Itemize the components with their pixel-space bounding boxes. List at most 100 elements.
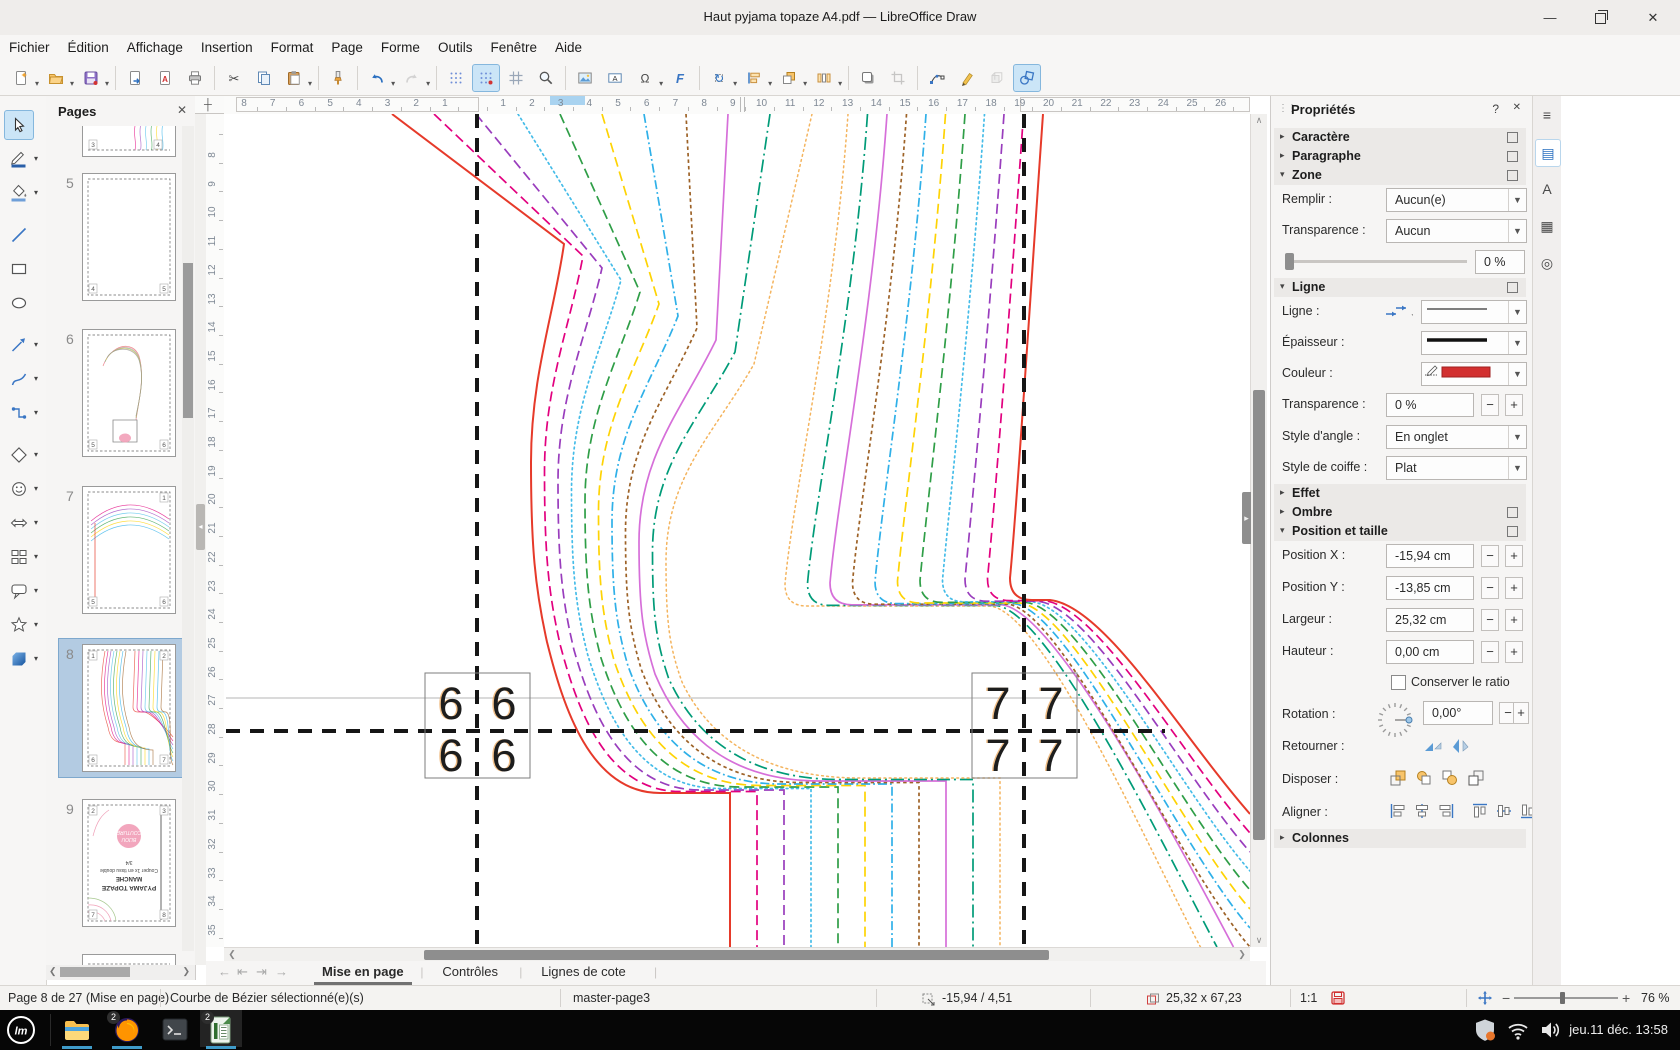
toolbar-snap-to-grid-button[interactable] [472,64,500,92]
toolbar-align-objects-dropdown-icon[interactable]: ▾ [768,79,772,88]
toolbar-transformations-dropdown-icon[interactable]: ▾ [733,79,737,88]
toolbar-display-grid-button[interactable] [442,64,470,92]
tool-fill-color-button[interactable] [4,178,34,208]
sidebar-position-x-decrease-button[interactable]: − [1481,545,1499,567]
tab-nav-previous-icon[interactable]: ⇤ [237,964,248,980]
toolbar-clone-formatting-button[interactable] [324,64,352,92]
tool-symbol-shapes-button[interactable] [4,474,34,504]
scroll-up-icon[interactable]: ∧ [1251,115,1267,126]
section-expanded-icon[interactable]: ▾ [1280,525,1285,536]
sidebar-tab-properties[interactable]: ▤ [1535,139,1561,167]
menu-aide[interactable]: Aide [546,35,591,61]
align-right-icon[interactable] [1437,802,1455,825]
dropdown-icon[interactable]: ▼ [1508,457,1526,479]
horizontal-ruler[interactable]: 8765432112345678910111213141516171819202… [224,96,1250,115]
align-left-icon[interactable] [1389,802,1407,825]
pages-scrollbar[interactable] [182,126,194,951]
toolbar-redo-dropdown-icon[interactable]: ▾ [426,79,430,88]
sidebar-width-decrease-button[interactable]: − [1481,609,1499,631]
shield-icon[interactable] [1474,1029,1496,1046]
sidebar-field-position-x[interactable]: -15,94 cm [1386,544,1474,568]
toolbar-paste-dropdown-icon[interactable]: ▾ [308,79,312,88]
toolbar-align-objects-button[interactable] [740,64,768,92]
rotation-dial[interactable] [1375,700,1415,745]
tool-callouts-button[interactable] [4,576,34,606]
dropdown-icon[interactable]: ▼ [1508,363,1526,385]
tab-lignes-de-cote[interactable]: Lignes de cote [533,961,634,982]
tool-symbol-shapes-dropdown-icon[interactable]: ▾ [34,484,38,493]
align-bottom-icon[interactable] [1519,802,1533,825]
panel-splitter[interactable]: ◂ [195,114,206,965]
toolbar-copy-button[interactable] [250,64,278,92]
toolbar-arrange-dropdown-icon[interactable]: ▾ [803,79,807,88]
section-expanded-icon[interactable]: ▾ [1280,169,1285,180]
section-dialog-launcher-icon[interactable] [1507,132,1518,143]
taskbar-file-manager-icon[interactable] [62,1015,92,1045]
zoom-slider-handle[interactable] [1560,992,1565,1004]
scroll-down-icon[interactable]: ∨ [1251,935,1267,946]
align-center-h-icon[interactable] [1413,802,1431,825]
align-top-icon[interactable] [1471,802,1489,825]
tool-ellipse-button[interactable] [4,288,34,318]
toolbar-open-dropdown-icon[interactable]: ▾ [70,79,74,88]
toolbar-zoom-button[interactable] [532,64,560,92]
horizontal-scrollbar[interactable]: ❮ ❯ [224,947,1250,962]
tool-curve-button[interactable] [4,364,34,394]
tool-fill-color-dropdown-icon[interactable]: ▾ [34,188,38,197]
tool-line-color-dropdown-icon[interactable]: ▾ [34,154,38,163]
sidebar-rotation-increase-button[interactable]: + [1513,702,1529,724]
menu-fentre[interactable]: Fenêtre [481,35,546,61]
sidebar-field-line-color[interactable]: ▼ [1421,362,1527,386]
page-thumbnail-4[interactable]: 34 [82,126,176,157]
toolbar-special-character-button[interactable]: Ω [631,64,659,92]
tool-flowchart-dropdown-icon[interactable]: ▾ [34,552,38,561]
toolbar-open-button[interactable] [42,64,70,92]
menu-fichier[interactable]: Fichier [0,35,59,61]
page-thumbnail-8[interactable]: 1267 [82,644,176,772]
toolbar-distribute-button[interactable] [810,64,838,92]
flip-vertical-icon[interactable] [1423,737,1443,760]
align-center-v-icon[interactable] [1495,802,1513,825]
sidebar-width-increase-button[interactable]: + [1505,609,1523,631]
section-dialog-launcher-icon[interactable] [1507,507,1518,518]
sidebar-field-corner-style[interactable]: En onglet▼ [1386,425,1527,449]
page-thumbnail-7[interactable]: 156 [82,486,176,614]
sidebar-field-fill-transparency[interactable]: Aucun▼ [1386,219,1527,243]
menu-format[interactable]: Format [262,35,323,61]
sidebar-close-icon[interactable]: ✕ [1513,102,1521,113]
toolbar-edit-points-button[interactable] [923,64,951,92]
sidebar-field-transparency-percent[interactable]: 0 % [1475,250,1525,274]
vertical-ruler[interactable]: 8910111213141516171819202122232425262728… [206,114,225,947]
sidebar-position-y-increase-button[interactable]: + [1505,577,1523,599]
page-thumbnail-6[interactable]: 56 [82,329,176,457]
page-thumbnail-9[interactable]: PYJAMA TOPAZEMANCHECouper 1x en tissu do… [82,799,176,927]
vertical-scrollbar[interactable]: ∧ ∨ [1250,114,1267,947]
pattern-artwork[interactable]: 6666666677777777 [224,114,1250,947]
tab-mise-en-page[interactable]: Mise en page [314,961,412,985]
sidebar-field-rotation-angle[interactable]: 0,00° [1423,701,1493,725]
toolbar-paste-button[interactable] [280,64,308,92]
menu-dition[interactable]: Édition [59,35,118,61]
tool-connector-button[interactable] [4,398,34,428]
sidebar-field-line-style[interactable]: ▼ [1421,300,1527,324]
toolbar-glue-points-button[interactable] [953,64,981,92]
sidebar-height-increase-button[interactable]: + [1505,641,1523,663]
tab-nav-next-icon[interactable]: ⇥ [256,964,267,980]
dropdown-icon[interactable]: ▼ [1508,189,1526,211]
sidebar-field-line-transparency[interactable]: 0 % [1386,393,1474,417]
sidebar-tab-styles[interactable]: A [1535,176,1559,202]
arrow-style-icon[interactable]: ⌄ [1383,303,1413,324]
sidebar-section-caract-re[interactable]: ▸Caractère [1274,128,1526,147]
section-dialog-launcher-icon[interactable] [1507,282,1518,293]
section-collapsed-icon[interactable]: ▸ [1280,131,1285,142]
tool-line-button[interactable] [4,220,34,250]
sidebar-field-height[interactable]: 0,00 cm [1386,640,1474,664]
menu-affichage[interactable]: Affichage [118,35,192,61]
tab-nav-first-icon[interactable]: ← [218,964,231,979]
pages-panel-close-icon[interactable]: ✕ [177,103,187,117]
sidebar-tab-gallery[interactable]: ▦ [1535,213,1559,239]
section-dialog-launcher-icon[interactable] [1507,151,1518,162]
toolbar-new-button[interactable] [7,64,35,92]
zoom-in-button[interactable]: + [1622,986,1630,1010]
toolbar-save-dropdown-icon[interactable]: ▾ [105,79,109,88]
